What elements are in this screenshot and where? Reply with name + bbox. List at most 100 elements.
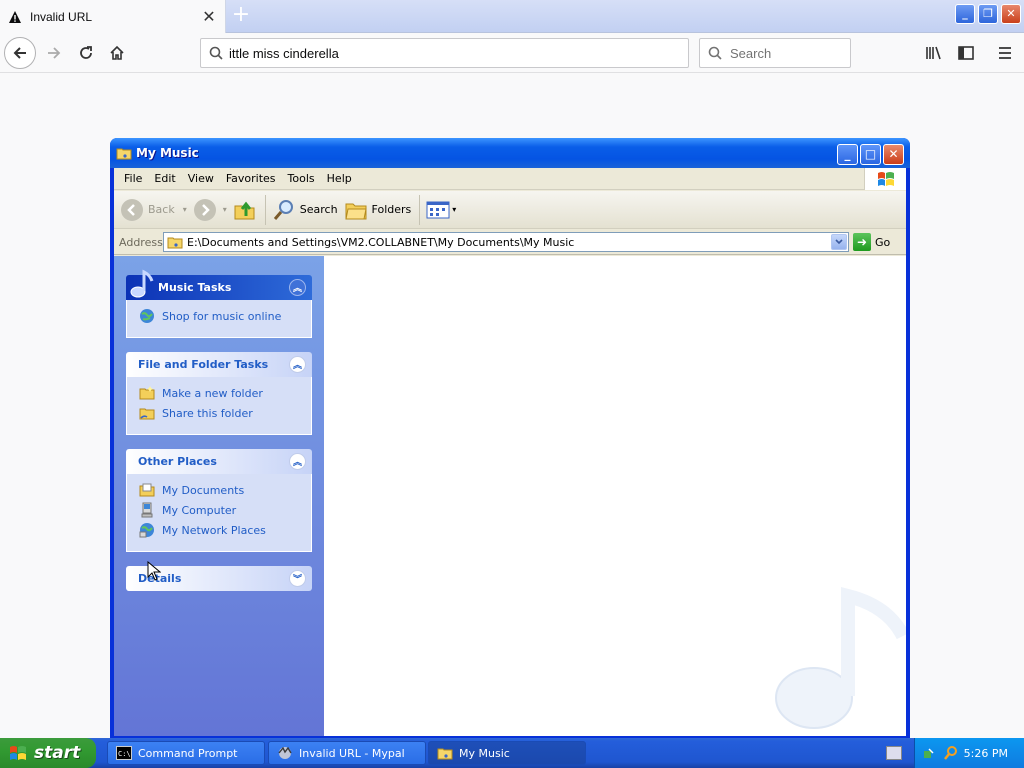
library-icon: [926, 46, 941, 60]
folders-label: Folders: [371, 203, 412, 216]
up-folder-button[interactable]: [233, 198, 257, 222]
my-computer-label: My Computer: [162, 503, 237, 517]
chevron-down-icon: [835, 239, 843, 245]
my-network-places-link[interactable]: My Network Places: [139, 520, 311, 540]
shop-music-online-label: Shop for music online: [162, 309, 282, 323]
taskbar-my-music[interactable]: My Music: [428, 741, 586, 765]
svg-text:C:\: C:\: [118, 750, 131, 758]
my-documents-icon: [139, 483, 155, 497]
browser-tab[interactable]: Invalid URL ✕: [0, 0, 226, 33]
file-folder-tasks-list: Make a new folder Share this folder: [126, 377, 312, 435]
my-computer-link[interactable]: My Computer: [139, 500, 311, 520]
toolbar-back-button[interactable]: Back ▾: [120, 198, 187, 222]
task-pane: Music Tasks ︽ Shop for music online File…: [114, 256, 324, 736]
new-tab-button[interactable]: +: [230, 4, 252, 28]
collapse-chevron-icon[interactable]: ︽: [289, 279, 306, 296]
search-tray-icon[interactable]: [943, 745, 959, 761]
tab-title: Invalid URL: [30, 9, 93, 24]
arrow-right-icon: [48, 47, 61, 59]
command-prompt-icon: C:\: [116, 746, 132, 760]
menu-help[interactable]: Help: [321, 172, 358, 185]
file-list-view[interactable]: [324, 256, 906, 736]
browser-minimize-button[interactable]: _: [955, 4, 975, 24]
taskbar-command-prompt[interactable]: C:\ Command Prompt: [107, 741, 265, 765]
music-tasks-header[interactable]: Music Tasks ︽: [126, 269, 312, 300]
reload-button[interactable]: [70, 37, 102, 69]
url-input[interactable]: ittle miss cinderella: [200, 38, 689, 68]
other-places-header[interactable]: Other Places ︽: [126, 449, 312, 474]
forward-arrow-icon: [193, 198, 216, 221]
browser-restore-button[interactable]: ❐: [978, 4, 998, 24]
my-documents-link[interactable]: My Documents: [139, 480, 311, 500]
search-icon: [708, 46, 722, 60]
other-places-title: Other Places: [138, 455, 217, 468]
share-folder-icon: [139, 408, 155, 420]
collapse-chevron-icon[interactable]: ︽: [289, 356, 306, 373]
mypal-browser-icon: [278, 746, 292, 759]
windows-logo: [864, 168, 906, 190]
make-new-folder-link[interactable]: Make a new folder: [139, 383, 311, 403]
expand-chevron-icon[interactable]: ︾: [289, 570, 306, 587]
menu-view[interactable]: View: [182, 172, 220, 185]
network-tray-icon[interactable]: [923, 745, 939, 761]
menu-tools[interactable]: Tools: [282, 172, 321, 185]
share-folder-link[interactable]: Share this folder: [139, 403, 311, 423]
maximize-button[interactable]: □: [860, 144, 881, 165]
search-input[interactable]: Search: [699, 38, 851, 68]
music-tasks-list: Shop for music online: [126, 300, 312, 338]
music-tasks-title: Music Tasks: [158, 281, 232, 294]
hamburger-icon: [999, 47, 1011, 59]
folder-icon: [167, 237, 183, 249]
other-places-list: My Documents My Computer My Network Plac…: [126, 474, 312, 552]
toolbar-search-button[interactable]: Search: [272, 198, 338, 222]
start-label: start: [34, 743, 81, 763]
file-folder-tasks-header[interactable]: File and Folder Tasks ︽: [126, 352, 312, 377]
shop-music-online-link[interactable]: Shop for music online: [139, 306, 311, 326]
toolbar-folders-button[interactable]: Folders: [344, 198, 412, 222]
library-button[interactable]: [918, 37, 950, 69]
back-button[interactable]: [4, 37, 36, 69]
windows-flag-icon: [877, 172, 894, 186]
my-music-window: My Music _ □ ✕ File Edit View Favorites …: [110, 138, 910, 738]
menu-edit[interactable]: Edit: [148, 172, 181, 185]
back-dropdown-icon[interactable]: ▾: [183, 205, 187, 214]
toolbar-forward-button[interactable]: ▾: [193, 198, 227, 222]
clock[interactable]: 5:26 PM: [964, 747, 1008, 760]
search-icon: [209, 46, 223, 60]
address-input[interactable]: E:\Documents and Settings\VM2.COLLABNET\…: [163, 232, 849, 252]
browser-close-button[interactable]: ✕: [1001, 4, 1021, 24]
menu-file[interactable]: File: [118, 172, 148, 185]
music-folder-icon: [437, 748, 453, 760]
go-arrow-icon: ➜: [853, 233, 871, 251]
close-button[interactable]: ✕: [883, 144, 904, 165]
home-button[interactable]: [101, 37, 133, 69]
taskbar-item-label: Invalid URL - Mypal: [299, 746, 405, 760]
collapse-chevron-icon[interactable]: ︽: [289, 453, 306, 470]
window-titlebar[interactable]: My Music _ □ ✕: [110, 138, 910, 168]
music-note-icon: [130, 269, 154, 298]
forward-button[interactable]: [38, 37, 70, 69]
toolbar-separator: [264, 194, 266, 225]
menu-favorites[interactable]: Favorites: [220, 172, 282, 185]
views-dropdown-icon: ▾: [452, 205, 457, 214]
make-new-folder-label: Make a new folder: [162, 386, 263, 400]
address-label: Address: [119, 235, 163, 249]
taskbar-mypal[interactable]: Invalid URL - Mypal: [268, 741, 426, 765]
warning-icon: [9, 10, 21, 23]
views-button[interactable]: ▾: [426, 200, 456, 220]
sidebar-button[interactable]: [950, 37, 982, 69]
forward-dropdown-icon[interactable]: ▾: [223, 205, 227, 214]
menu-button[interactable]: [989, 37, 1021, 69]
system-tray: 5:26 PM: [914, 738, 1024, 768]
go-button[interactable]: ➜ Go: [853, 233, 890, 251]
my-documents-label: My Documents: [162, 483, 245, 497]
taskbar-item-label: Command Prompt: [138, 746, 238, 760]
music-tasks-panel: Music Tasks ︽ Shop for music online: [126, 269, 312, 338]
minimize-button[interactable]: _: [837, 144, 858, 165]
keyboard-tray-icon[interactable]: [886, 746, 902, 760]
start-button[interactable]: start: [0, 738, 96, 768]
address-dropdown-button[interactable]: [831, 234, 847, 250]
close-tab-icon[interactable]: ✕: [201, 7, 217, 26]
menu-bar: File Edit View Favorites Tools Help: [114, 168, 906, 190]
my-network-places-label: My Network Places: [162, 523, 266, 537]
